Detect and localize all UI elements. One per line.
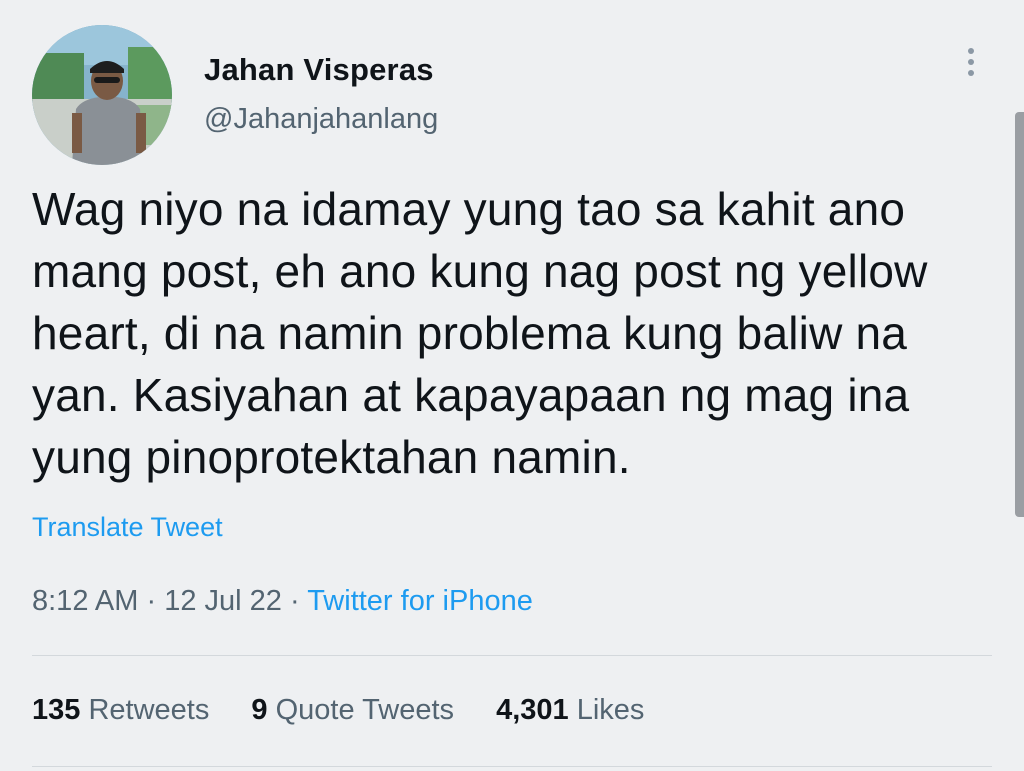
likes-count: 4,301 <box>496 694 569 726</box>
likes-label: Likes <box>576 694 645 726</box>
likes-stat[interactable]: 4,301 Likes <box>496 694 644 727</box>
tweet-date[interactable]: 12 Jul 22 <box>164 585 282 617</box>
user-handle[interactable]: @Jahanjahanlang <box>204 103 438 136</box>
tweet-stats: 135 Retweets 9 Quote Tweets 4,301 Likes <box>32 694 678 727</box>
separator: · <box>146 585 157 617</box>
quote-tweets-count: 9 <box>251 694 268 726</box>
quote-tweets-stat[interactable]: 9 Quote Tweets <box>251 694 454 727</box>
tweet-source-link[interactable]: Twitter for iPhone <box>307 585 533 617</box>
separator: · <box>289 585 300 617</box>
divider <box>32 655 992 656</box>
retweets-count: 135 <box>32 694 81 726</box>
tweet-time[interactable]: 8:12 AM <box>32 585 138 617</box>
translate-tweet-link[interactable]: Translate Tweet <box>32 512 223 543</box>
tweet-metadata: 8:12 AM · 12 Jul 22 · Twitter for iPhone <box>32 585 533 618</box>
divider <box>32 766 992 767</box>
tweet-text: Wag niyo na idamay yung tao sa kahit ano… <box>32 183 928 483</box>
avatar[interactable] <box>32 25 172 165</box>
quote-tweets-label: Quote Tweets <box>275 694 455 726</box>
profile-photo-icon <box>32 25 172 165</box>
scrollbar[interactable] <box>1015 112 1024 517</box>
retweets-stat[interactable]: 135 Retweets <box>32 694 209 727</box>
display-name[interactable]: Jahan Visperas <box>204 52 434 88</box>
more-options-icon[interactable] <box>961 48 981 84</box>
retweets-label: Retweets <box>88 694 210 726</box>
